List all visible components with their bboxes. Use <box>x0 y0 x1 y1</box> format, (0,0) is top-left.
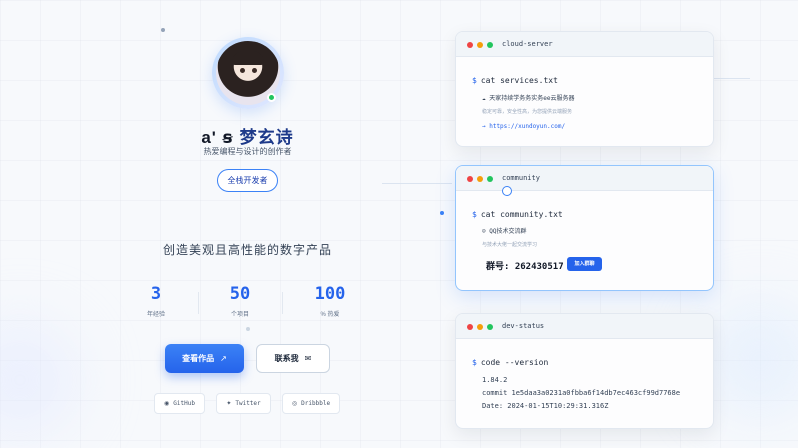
decor-dot <box>246 327 250 331</box>
terminal-community[interactable]: community $ cat community.txt ☺ QQ技术交流群 与… <box>455 165 714 291</box>
terminal-output-subline: 与技术大佬一起交流学习 <box>482 242 538 248</box>
minimize-dot-icon[interactable] <box>477 324 483 330</box>
profile-bio: 热爱编程与设计的创作者 <box>203 147 292 156</box>
group-number-label: 群号: <box>486 262 510 272</box>
stat-passion: 100 % 热爱 <box>300 284 360 318</box>
command-text: cat services.txt <box>480 76 558 85</box>
close-dot-icon[interactable] <box>467 42 473 48</box>
social-github-button[interactable]: ◉ GitHub <box>154 393 205 414</box>
terminal-titlebar: community <box>456 166 713 191</box>
stat-projects: 50 个项目 <box>210 284 270 318</box>
maximize-dot-icon[interactable] <box>487 324 493 330</box>
terminal-output-line: ☁ 天家持续学务务实务ee云服务器 <box>482 95 575 102</box>
close-dot-icon[interactable] <box>467 324 473 330</box>
terminal-title: community <box>502 174 540 182</box>
mail-icon: ✉ <box>304 354 312 363</box>
view-works-button[interactable]: 查看作品 ↗ <box>165 344 244 373</box>
stat-value: 3 <box>150 284 162 304</box>
social-label: GitHub <box>173 400 195 407</box>
terminal-dev-status[interactable]: dev-status $ code --version 1.84.2 commit… <box>455 313 714 429</box>
terminal-output-line: ☺ QQ技术交流群 <box>482 228 527 235</box>
social-twitter-button[interactable]: ✦ Twitter <box>216 393 271 414</box>
terminal-title: dev-status <box>502 322 545 330</box>
stat-label: 年经验 <box>146 312 165 318</box>
stats-row: 3 年经验 50 个项目 100 % 热爱 <box>130 284 370 324</box>
stat-divider <box>282 292 283 314</box>
service-link[interactable]: → https://xundoyun.com/ <box>482 123 565 130</box>
cursor-ring-icon <box>502 186 512 196</box>
terminal-command: $ cat services.txt <box>472 76 558 85</box>
group-number-value: 262430517 <box>514 262 564 272</box>
online-status-dot <box>267 93 276 102</box>
version-number: 1.84.2 <box>482 376 508 384</box>
social-label: Twitter <box>235 400 261 407</box>
terminal-output-subline: 稳定可靠，安全性高，为您提供云端服务 <box>482 109 573 115</box>
group-number: 群号: 262430517 <box>486 259 564 272</box>
commit-hash: commit 1e5daa3a0231a0fbba6f14db7ec463cf9… <box>482 389 681 397</box>
stat-divider <box>198 292 199 314</box>
join-group-button[interactable]: 加入群聊 <box>567 257 602 271</box>
minimize-dot-icon[interactable] <box>477 176 483 182</box>
tagline: 创造美观且高性能的数字产品 <box>162 243 332 257</box>
contact-label: 联系我 <box>274 354 299 363</box>
command-text: cat community.txt <box>480 210 563 219</box>
stat-value: 50 <box>229 284 251 304</box>
profile-name-text: 梦玄诗 <box>239 128 294 147</box>
commit-date: Date: 2024-01-15T10:29:31.316Z <box>482 402 609 410</box>
role-badge[interactable]: 全栈开发者 <box>217 169 278 192</box>
github-icon: ◉ <box>164 400 170 407</box>
minimize-dot-icon[interactable] <box>477 42 483 48</box>
close-dot-icon[interactable] <box>467 176 473 182</box>
profile-alias: a' ꞩ <box>201 128 234 147</box>
command-text: code --version <box>480 358 549 367</box>
connector-dot <box>440 211 444 215</box>
social-label: Dribbble <box>301 400 331 407</box>
arrow-up-right-icon: ↗ <box>220 354 227 363</box>
connector-line <box>382 183 452 184</box>
maximize-dot-icon[interactable] <box>487 176 493 182</box>
stat-label: % 热爱 <box>320 312 340 318</box>
stat-experience: 3 年经验 <box>126 284 186 318</box>
dribbble-icon: ◎ <box>291 400 298 407</box>
maximize-dot-icon[interactable] <box>487 42 493 48</box>
stat-label: 个项目 <box>230 312 249 318</box>
terminal-titlebar: cloud-server <box>456 32 713 57</box>
terminal-command: $ code --version <box>472 358 549 367</box>
terminal-titlebar: dev-status <box>456 314 713 339</box>
terminal-title: cloud-server <box>502 40 553 48</box>
contact-button[interactable]: 联系我 ✉ <box>256 344 330 373</box>
social-dribbble-button[interactable]: ◎ Dribbble <box>282 393 340 414</box>
profile-name: a' ꞩ 梦玄诗 <box>130 123 365 148</box>
view-works-label: 查看作品 <box>182 354 215 363</box>
twitter-icon: ✦ <box>226 400 232 407</box>
terminal-command: $ cat community.txt <box>472 210 563 219</box>
terminal-cloud-server[interactable]: cloud-server $ cat services.txt ☁ 天家持续学务务… <box>455 31 714 147</box>
stat-value: 100 <box>314 284 346 304</box>
decor-dot <box>161 28 165 32</box>
